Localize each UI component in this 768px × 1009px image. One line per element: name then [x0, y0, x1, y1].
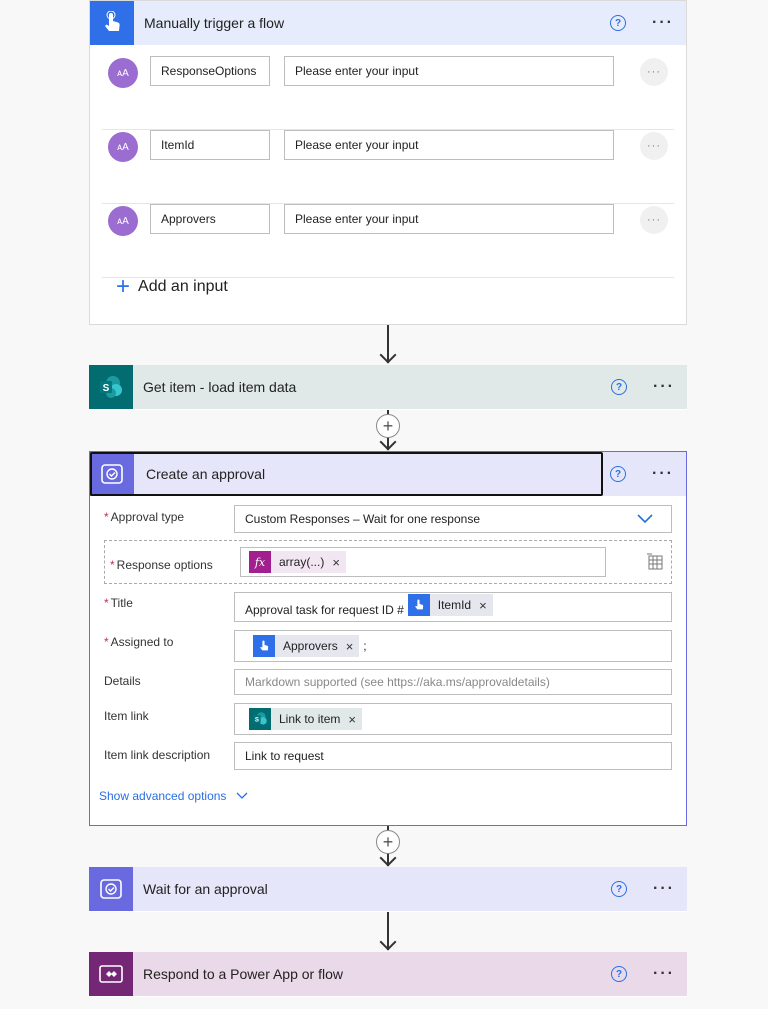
help-icon[interactable]: ? [611, 966, 628, 982]
link-to-item-token[interactable]: S Link to item × [249, 708, 362, 730]
sharepoint-icon: S [89, 365, 133, 409]
help-icon[interactable]: ? [611, 379, 628, 395]
item-link-label: Item link [104, 709, 149, 723]
approval-type-dropdown[interactable]: Custom Responses – Wait for one response [234, 505, 672, 533]
approval-type-value: Custom Responses – Wait for one response [245, 512, 481, 526]
input-placeholder-field[interactable]: Please enter your input [284, 130, 614, 160]
more-options-icon[interactable]: ··· [652, 15, 674, 31]
details-field[interactable]: Markdown supported (see https://aka.ms/a… [234, 669, 672, 695]
svg-text:S: S [255, 716, 259, 723]
wait-approval-header[interactable]: Wait for an approval ? ··· [89, 867, 687, 911]
fx-icon: fx [249, 551, 271, 573]
text-input-type-icon: ᴀA [108, 206, 138, 236]
approvers-token[interactable]: Approvers × [253, 635, 360, 657]
show-advanced-options-link[interactable]: Show advanced options [99, 789, 248, 803]
get-item-header[interactable]: S Get item - load item data ? ··· [89, 365, 687, 409]
add-input-label: Add an input [138, 278, 228, 295]
sharepoint-icon: S [249, 708, 271, 730]
powerapps-icon [89, 952, 133, 996]
touch-icon [407, 594, 430, 616]
row-more-icon[interactable]: ··· [640, 58, 668, 86]
approval-icon [90, 452, 134, 496]
trigger-input-row: ᴀA ItemId Please enter your input ··· [102, 130, 674, 204]
itemid-token[interactable]: ItemId × [407, 594, 493, 616]
plus-icon: + [116, 273, 131, 300]
respond-header[interactable]: Respond to a Power App or flow ? ··· [89, 952, 687, 996]
assigned-to-label: * Assigned to [104, 635, 174, 649]
create-approval-title: Create an approval [146, 466, 266, 482]
row-more-icon[interactable]: ··· [640, 206, 668, 234]
item-link-description-field[interactable]: Link to request [234, 742, 672, 770]
add-input-button[interactable]: + Add an input [116, 273, 228, 300]
details-label: Details [104, 674, 141, 688]
respond-card: Respond to a Power App or flow ? ··· [89, 952, 687, 997]
table-mode-icon[interactable] [646, 553, 664, 571]
chevron-down-icon [236, 792, 248, 799]
approval-type-label: * Approval type [104, 510, 185, 524]
connector-arrowhead [379, 933, 397, 951]
input-placeholder-field[interactable]: Please enter your input [284, 204, 614, 234]
more-options-icon[interactable]: ··· [653, 881, 675, 897]
trigger-input-row: ᴀA Approvers Please enter your input ··· [102, 204, 674, 278]
more-options-icon[interactable]: ··· [653, 966, 675, 982]
remove-token-icon[interactable]: × [348, 712, 356, 727]
title-prefix-text: Approval task for request ID # [245, 603, 404, 617]
trigger-header[interactable]: Manually trigger a flow ? ··· [90, 1, 686, 45]
create-approval-card: Create an approval ? ··· * Approval type … [89, 451, 687, 826]
row-more-icon[interactable]: ··· [640, 132, 668, 160]
assigned-suffix: ; [363, 639, 367, 653]
trigger-title: Manually trigger a flow [144, 15, 285, 31]
response-options-label: * Response options [110, 558, 213, 572]
help-icon[interactable]: ? [611, 881, 628, 897]
title-label: * Title [104, 596, 133, 610]
remove-token-icon[interactable]: × [346, 639, 354, 654]
assigned-to-field[interactable]: Approvers × ; [234, 630, 672, 662]
chevron-down-icon [637, 514, 653, 524]
create-approval-header[interactable]: Create an approval ? ··· [90, 452, 686, 496]
wait-approval-card: Wait for an approval ? ··· [89, 867, 687, 912]
get-item-card: S Get item - load item data ? ··· [89, 365, 687, 410]
input-name-field[interactable]: ResponseOptions [150, 56, 270, 86]
expression-token[interactable]: fx array(...) × [249, 551, 346, 573]
respond-title: Respond to a Power App or flow [143, 966, 344, 982]
more-options-icon[interactable]: ··· [652, 466, 674, 482]
approval-icon [89, 867, 133, 911]
response-options-field[interactable]: fx array(...) × [240, 547, 606, 577]
touch-icon [253, 635, 275, 657]
input-placeholder-field[interactable]: Please enter your input [284, 56, 614, 86]
title-field[interactable]: Approval task for request ID # ItemId × [234, 592, 672, 622]
help-icon[interactable]: ? [610, 15, 627, 31]
trigger-card: Manually trigger a flow ? ··· ᴀA Respons… [89, 0, 687, 325]
touch-icon [90, 1, 134, 45]
input-name-field[interactable]: Approvers [150, 204, 270, 234]
get-item-title: Get item - load item data [143, 379, 297, 395]
help-icon[interactable]: ? [610, 466, 627, 482]
item-link-description-label: Item link description [104, 748, 211, 762]
item-link-description-value: Link to request [245, 749, 324, 763]
connector-arrowhead [379, 346, 397, 364]
remove-token-icon[interactable]: × [332, 555, 340, 570]
remove-token-icon[interactable]: × [479, 598, 487, 613]
item-link-field[interactable]: S Link to item × [234, 703, 672, 735]
details-placeholder: Markdown supported (see https://aka.ms/a… [245, 675, 550, 689]
text-input-type-icon: ᴀA [108, 58, 138, 88]
wait-approval-title: Wait for an approval [143, 881, 268, 897]
more-options-icon[interactable]: ··· [653, 379, 675, 395]
svg-text:S: S [103, 383, 110, 394]
input-name-field[interactable]: ItemId [150, 130, 270, 160]
text-input-type-icon: ᴀA [108, 132, 138, 162]
trigger-input-row: ᴀA ResponseOptions Please enter your inp… [102, 56, 674, 130]
